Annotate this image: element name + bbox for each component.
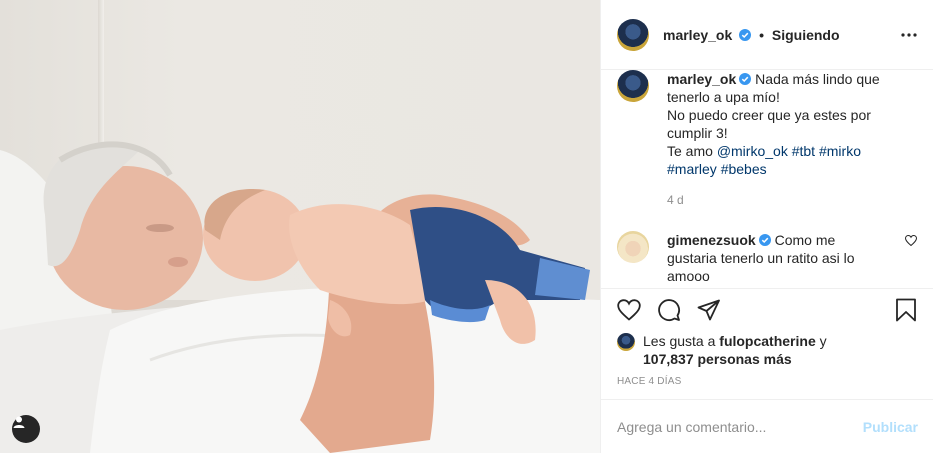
- author-username[interactable]: marley_ok: [663, 27, 732, 43]
- likes-text: Les gusta a fulopcatherine y 107,837 per…: [643, 332, 827, 368]
- publish-button[interactable]: Publicar: [863, 419, 918, 435]
- author-info: marley_ok • Siguiendo: [663, 27, 840, 43]
- share-icon: [697, 299, 720, 320]
- caption-line: No puedo creer que ya estes por: [667, 107, 871, 123]
- verified-badge-icon: [758, 234, 771, 246]
- bookmark-icon: [896, 298, 916, 321]
- likes-prefix: Les gusta a: [643, 333, 716, 349]
- save-button[interactable]: [895, 298, 917, 322]
- likes-conj: y: [819, 333, 827, 349]
- comment-input[interactable]: [617, 418, 863, 435]
- caption-line: Te amo: [667, 143, 713, 159]
- comment-button[interactable]: [657, 298, 681, 322]
- post-date[interactable]: Hace 4 días: [601, 376, 933, 387]
- liker-avatar[interactable]: [617, 333, 635, 351]
- post-photo[interactable]: [0, 0, 600, 453]
- caption-line: Nada más lindo que: [755, 71, 880, 87]
- user-tag-button[interactable]: [12, 415, 40, 443]
- likes-count-link[interactable]: 107,837 personas más: [643, 351, 792, 367]
- comment-like-button[interactable]: [904, 233, 918, 285]
- likes-summary: Les gusta a fulopcatherine y 107,837 per…: [601, 332, 933, 368]
- photo-scene: [0, 141, 600, 453]
- hashtag-link[interactable]: #tbt: [792, 143, 815, 159]
- user-tag-icon: [13, 416, 25, 428]
- caption-line: cumplir 3!: [667, 125, 728, 141]
- more-options-icon: [901, 32, 917, 37]
- comment-body: gimenezsuok Como me gustaria tenerlo un …: [667, 231, 895, 285]
- caption-line: tenerlo a upa mío!: [667, 89, 780, 105]
- verified-badge-icon: [739, 73, 752, 85]
- hashtag-link[interactable]: #mirko: [819, 143, 861, 159]
- caption-avatar[interactable]: [617, 70, 649, 102]
- caption-body: marley_ok Nada más lindo que tenerlo a u…: [667, 70, 917, 209]
- post-actions: [601, 288, 933, 330]
- comment-text: gustaria tenerlo un ratito asi lo: [667, 250, 855, 266]
- comments-section[interactable]: marley_ok Nada más lindo que tenerlo a u…: [601, 70, 933, 288]
- liker-username[interactable]: fulopcatherine: [719, 333, 815, 349]
- commenter-username[interactable]: gimenezsuok: [667, 232, 756, 248]
- separator-dot: •: [759, 26, 764, 43]
- heart-icon: [617, 298, 641, 321]
- comment-icon: [658, 298, 680, 321]
- caption-time[interactable]: 4 d: [667, 191, 917, 209]
- follow-status-button[interactable]: Siguiendo: [772, 27, 840, 43]
- verified-badge-icon: [739, 28, 752, 41]
- post-sidebar: marley_ok • Siguiendo marley_ok Nada más…: [600, 0, 933, 453]
- post-header: marley_ok • Siguiendo: [601, 0, 933, 70]
- more-options-button[interactable]: [901, 32, 917, 37]
- comment-item: gimenezsuok Como me gustaria tenerlo un …: [617, 231, 918, 285]
- like-button[interactable]: [617, 298, 641, 321]
- caption-username[interactable]: marley_ok: [667, 71, 736, 87]
- comment-text: amooo: [667, 268, 710, 284]
- add-comment-bar: Publicar: [601, 399, 933, 453]
- author-avatar[interactable]: [617, 18, 649, 51]
- comment-text: Como me: [774, 232, 836, 248]
- caption: marley_ok Nada más lindo que tenerlo a u…: [617, 70, 917, 209]
- share-button[interactable]: [697, 299, 721, 321]
- hashtag-link[interactable]: #marley: [667, 161, 717, 177]
- heart-icon: [904, 234, 918, 247]
- mention-link[interactable]: @mirko_ok: [717, 143, 788, 159]
- commenter-avatar[interactable]: [617, 231, 649, 263]
- hashtag-link[interactable]: #bebes: [721, 161, 767, 177]
